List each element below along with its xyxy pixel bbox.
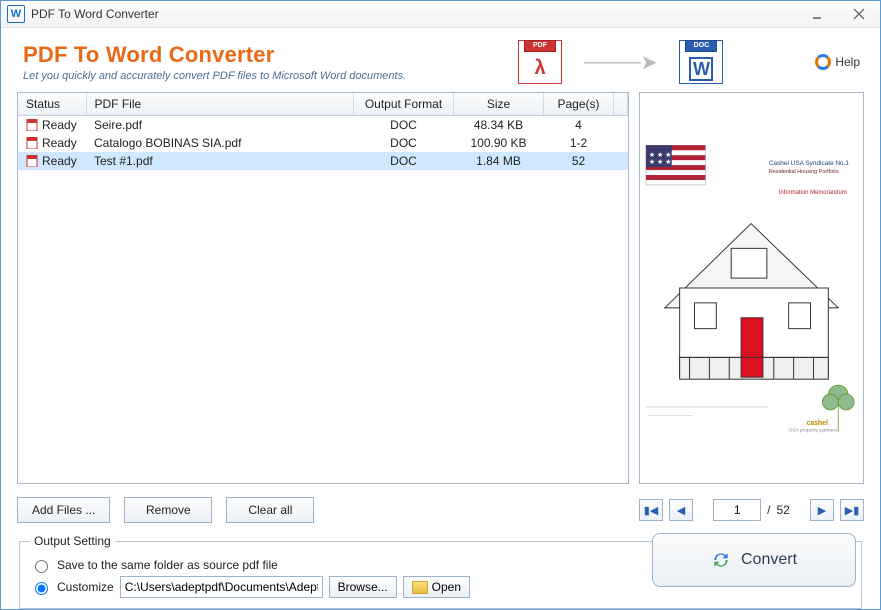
cell-format: DOC [354, 116, 454, 134]
header-text: PDF To Word Converter Let you quickly an… [23, 42, 406, 82]
table-header-row: Status PDF File Output Format Size Page(… [18, 93, 628, 116]
output-path-input[interactable] [120, 576, 323, 598]
svg-text:────────────────: ──────────────── [647, 413, 693, 418]
cell-pages: 52 [544, 152, 614, 170]
cell-file: Catalogo BOBINAS SIA.pdf [86, 134, 354, 152]
radio-customize-row: Customize Browse... Open [30, 576, 470, 598]
folder-icon [412, 581, 428, 594]
pdf-glyph: λ [534, 57, 545, 80]
help-label: Help [835, 55, 860, 69]
help-link[interactable]: Help [815, 54, 860, 70]
table-row[interactable]: ReadySeire.pdfDOC48.34 KB4 [18, 116, 628, 134]
close-button[interactable] [838, 1, 880, 27]
col-pages[interactable]: Page(s) [544, 93, 614, 116]
col-size[interactable]: Size [454, 93, 544, 116]
window-buttons [796, 1, 880, 27]
prev-page-button[interactable]: ◀ [669, 499, 693, 521]
format-icons: PDF λ ────➤ DOC W [426, 40, 815, 84]
cell-format: DOC [354, 152, 454, 170]
svg-text:cashel: cashel [807, 420, 829, 427]
cell-format: DOC [354, 134, 454, 152]
header: PDF To Word Converter Let you quickly an… [1, 28, 880, 92]
last-page-button[interactable]: ▶▮ [840, 499, 864, 521]
preview-pane: ★ ★ ★ ★ ★ ★ Cashel USA Syndicate No.1 Re… [639, 92, 864, 484]
app-title: PDF To Word Converter [23, 42, 406, 68]
doc-tab-label: DOC [685, 40, 717, 52]
cell-status: Ready [18, 134, 86, 152]
next-page-button[interactable]: ▶ [810, 499, 834, 521]
titlebar: W PDF To Word Converter [1, 1, 880, 28]
cell-pages: 4 [544, 116, 614, 134]
col-format[interactable]: Output Format [354, 93, 454, 116]
svg-text:Cashel USA Syndicate No.1: Cashel USA Syndicate No.1 [769, 160, 850, 167]
page-sep: / [767, 503, 770, 517]
main-area: Status PDF File Output Format Size Page(… [1, 92, 880, 528]
cell-size: 48.34 KB [454, 116, 544, 134]
table-row[interactable]: ReadyTest #1.pdfDOC1.84 MB52 [18, 152, 628, 170]
col-file[interactable]: PDF File [86, 93, 354, 116]
cell-file: Test #1.pdf [86, 152, 354, 170]
browse-button[interactable]: Browse... [329, 576, 397, 598]
pdf-icon: PDF λ [518, 40, 562, 84]
col-spacer [614, 93, 628, 116]
table-row[interactable]: ReadyCatalogo BOBINAS SIA.pdfDOC100.90 K… [18, 134, 628, 152]
right-column: ★ ★ ★ ★ ★ ★ Cashel USA Syndicate No.1 Re… [639, 92, 864, 528]
window-title: PDF To Word Converter [31, 7, 159, 21]
cell-pages: 1-2 [544, 134, 614, 152]
svg-text:Information Memorandum: Information Memorandum [779, 190, 847, 196]
pdf-tab-label: PDF [524, 40, 556, 52]
file-table: Status PDF File Output Format Size Page(… [17, 92, 629, 484]
minimize-button[interactable] [796, 1, 838, 27]
page-total: 52 [777, 503, 790, 517]
radio-customize[interactable] [35, 582, 48, 595]
app-icon: W [7, 5, 25, 23]
arrow-icon: ────➤ [584, 50, 657, 75]
col-status[interactable]: Status [18, 93, 86, 116]
remove-button[interactable]: Remove [124, 497, 212, 523]
cell-size: 100.90 KB [454, 134, 544, 152]
doc-icon: DOC W [679, 40, 723, 84]
help-icon [815, 54, 831, 70]
convert-icon [711, 550, 731, 570]
radio-same-label: Save to the same folder as source pdf fi… [57, 558, 278, 572]
cell-size: 1.84 MB [454, 152, 544, 170]
convert-wrap: Convert [652, 533, 856, 587]
svg-text:★ ★ ★: ★ ★ ★ [649, 158, 671, 166]
open-label: Open [432, 580, 461, 594]
svg-text:Residential Housing Portfolio: Residential Housing Portfolio [769, 169, 839, 175]
output-legend: Output Setting [30, 534, 115, 548]
page-number-input[interactable] [713, 499, 761, 521]
app-window: W PDF To Word Converter PDF To Word Conv… [0, 0, 881, 610]
svg-text:USA property partners: USA property partners [789, 428, 838, 434]
file-buttons: Add Files ... Remove Clear all [17, 492, 629, 528]
first-page-button[interactable]: ▮◀ [639, 499, 663, 521]
clear-all-button[interactable]: Clear all [226, 497, 314, 523]
cell-status: Ready [18, 152, 86, 170]
preview-thumbnail: ★ ★ ★ ★ ★ ★ Cashel USA Syndicate No.1 Re… [640, 93, 863, 483]
left-column: Status PDF File Output Format Size Page(… [17, 92, 629, 528]
open-folder-button[interactable]: Open [403, 576, 470, 598]
doc-glyph: W [689, 57, 713, 81]
convert-label: Convert [741, 551, 797, 569]
add-files-button[interactable]: Add Files ... [17, 497, 110, 523]
convert-button[interactable]: Convert [652, 533, 856, 587]
radio-same-folder[interactable] [35, 560, 48, 573]
app-subtitle: Let you quickly and accurately convert P… [23, 70, 406, 82]
radio-customize-label: Customize [57, 580, 114, 594]
preview-nav: ▮◀ ◀ / 52 ▶ ▶▮ [639, 492, 864, 528]
cell-status: Ready [18, 116, 86, 134]
cell-file: Seire.pdf [86, 116, 354, 134]
svg-text:★ ★ ★: ★ ★ ★ [649, 151, 671, 159]
